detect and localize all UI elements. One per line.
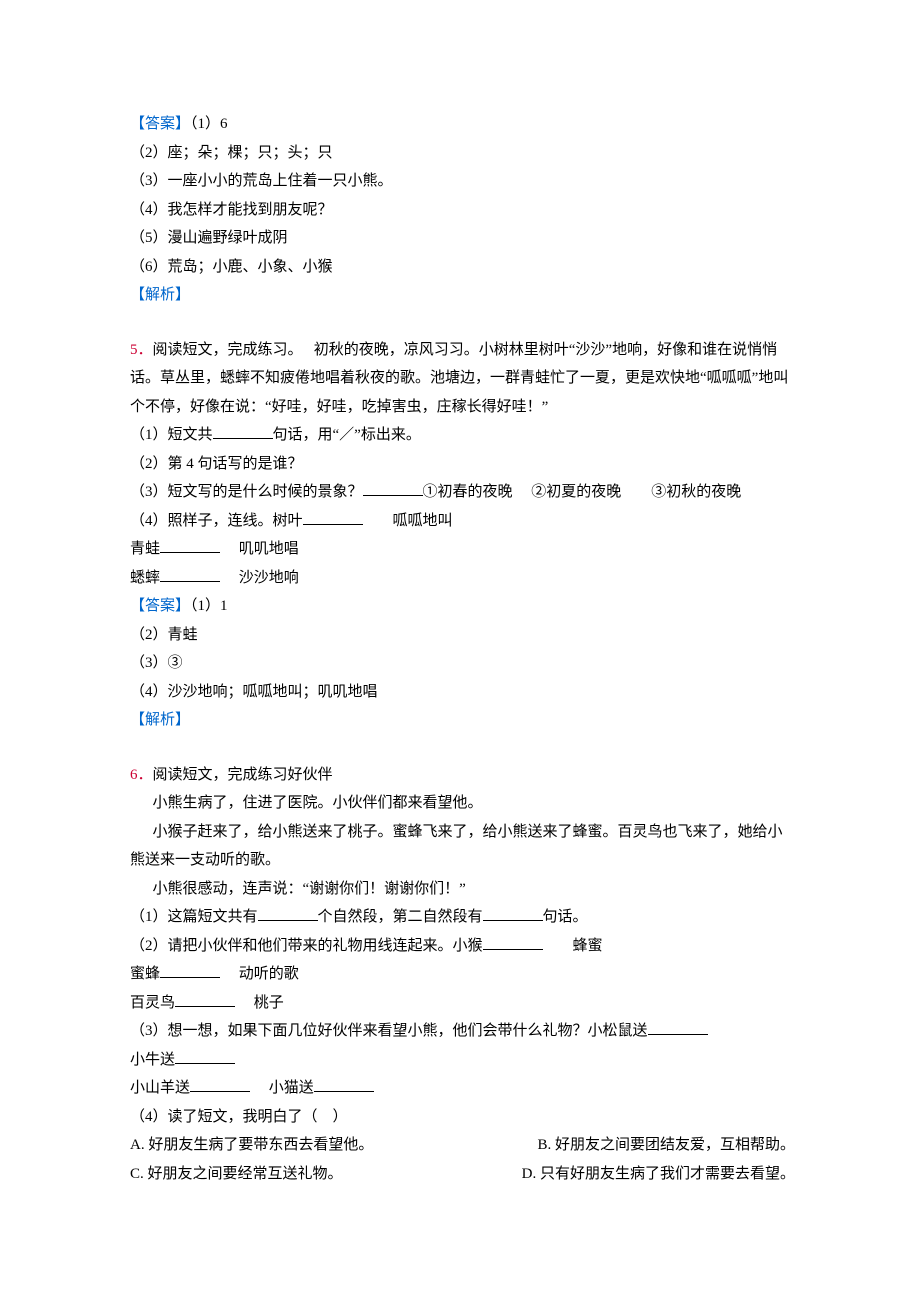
q5-stem: 5．阅读短文，完成练习。 初秋的夜晚，凉风习习。小树林里树叶“沙沙”地响，好像和…: [130, 336, 795, 422]
q6-part3-line3: 小山羊送 小猫送: [130, 1074, 795, 1103]
q6-part4: （4）读了短文，我明白了（ ）: [130, 1103, 795, 1132]
q6-part2-line1: （2）请把小伙伴和他们带来的礼物用线连起来。小猴 蜂蜜: [130, 932, 795, 961]
q4-a2: （2）座；朵；棵；只；头；只: [130, 139, 795, 168]
q4-a1: （1）6: [190, 116, 228, 132]
analysis-label: 【解析】: [130, 712, 190, 728]
q6-optD: D. 只有好朋友生病了我们才需要去看望。: [522, 1160, 795, 1189]
blank[interactable]: [175, 991, 235, 1007]
q6-options-row2: C. 好朋友之间要经常互送礼物。 D. 只有好朋友生病了我们才需要去看望。: [130, 1160, 795, 1189]
blank[interactable]: [303, 509, 363, 525]
q6-stem-head: 阅读短文，完成练习好伙伴: [153, 767, 333, 783]
blank[interactable]: [213, 423, 273, 439]
blank[interactable]: [258, 905, 318, 921]
q6-optB: B. 好朋友之间要团结友爱，互相帮助。: [537, 1131, 795, 1160]
q6-para3: 小熊很感动，连声说：“谢谢你们！谢谢你们！”: [130, 875, 795, 904]
q5-analysis: 【解析】: [130, 706, 795, 735]
q5-part4-line3: 蟋蟀 沙沙地响: [130, 564, 795, 593]
q4-answer-line1: 【答案】（1）6: [130, 110, 795, 139]
q5-part1: （1）短文共句话，用“／”标出来。: [130, 421, 795, 450]
q4-analysis: 【解析】: [130, 281, 795, 310]
q6-para2: 小猴子赶来了，给小熊送来了桃子。蜜蜂飞来了，给小熊送来了蜂蜜。百灵鸟也飞来了，她…: [130, 818, 795, 875]
answer-label: 【答案】: [130, 116, 190, 132]
q6-part3-line1: （3）想一想，如果下面几位好伙伴来看望小熊，他们会带什么礼物？小松鼠送: [130, 1017, 795, 1046]
blank[interactable]: [314, 1076, 374, 1092]
q6-options-row1: A. 好朋友生病了要带东西去看望他。 B. 好朋友之间要团结友爱，互相帮助。: [130, 1131, 795, 1160]
blank[interactable]: [160, 962, 220, 978]
q5-answer-line1: 【答案】（1）1: [130, 592, 795, 621]
analysis-label: 【解析】: [130, 287, 190, 303]
q4-a4: （4）我怎样才能找到朋友呢？: [130, 196, 795, 225]
q6-number: 6．: [130, 767, 153, 783]
blank[interactable]: [363, 480, 423, 496]
blank[interactable]: [483, 934, 543, 950]
q6-head: 6．阅读短文，完成练习好伙伴: [130, 761, 795, 790]
q4-a5: （5）漫山遍野绿叶成阴: [130, 224, 795, 253]
q4-a3: （3）一座小小的荒岛上住着一只小熊。: [130, 167, 795, 196]
answer-label: 【答案】: [130, 598, 190, 614]
q6-part2-line3: 百灵鸟 桃子: [130, 989, 795, 1018]
blank[interactable]: [648, 1019, 708, 1035]
q5-a3: （3）③: [130, 649, 795, 678]
q5-stem-text: 阅读短文，完成练习。 初秋的夜晚，凉风习习。小树林里树叶“沙沙”地响，好像和谁在…: [130, 342, 788, 415]
q5-part2: （2）第 4 句话写的是谁？: [130, 450, 795, 479]
blank[interactable]: [160, 537, 220, 553]
blank[interactable]: [190, 1076, 250, 1092]
q6-optA: A. 好朋友生病了要带东西去看望他。: [130, 1131, 373, 1160]
q5-part4-line1: （4）照样子，连线。树叶 呱呱地叫: [130, 507, 795, 536]
q5-a1: （1）1: [190, 598, 228, 614]
q5-a2: （2）青蛙: [130, 621, 795, 650]
blank[interactable]: [483, 905, 543, 921]
q6-part3-line2: 小牛送: [130, 1046, 795, 1075]
q5-part3: （3）短文写的是什么时候的景象？①初春的夜晚 ②初夏的夜晚 ③初秋的夜晚: [130, 478, 795, 507]
q5-part4-line2: 青蛙 叽叽地唱: [130, 535, 795, 564]
q4-a6: （6）荒岛；小鹿、小象、小猴: [130, 253, 795, 282]
q6-optC: C. 好朋友之间要经常互送礼物。: [130, 1160, 343, 1189]
q5-a4: （4）沙沙地响；呱呱地叫；叽叽地唱: [130, 678, 795, 707]
blank[interactable]: [160, 566, 220, 582]
q6-part1: （1）这篇短文共有个自然段，第二自然段有句话。: [130, 903, 795, 932]
q6-para1: 小熊生病了，住进了医院。小伙伴们都来看望他。: [130, 789, 795, 818]
q5-number: 5．: [130, 342, 153, 358]
q6-part2-line2: 蜜蜂 动听的歌: [130, 960, 795, 989]
blank[interactable]: [175, 1048, 235, 1064]
